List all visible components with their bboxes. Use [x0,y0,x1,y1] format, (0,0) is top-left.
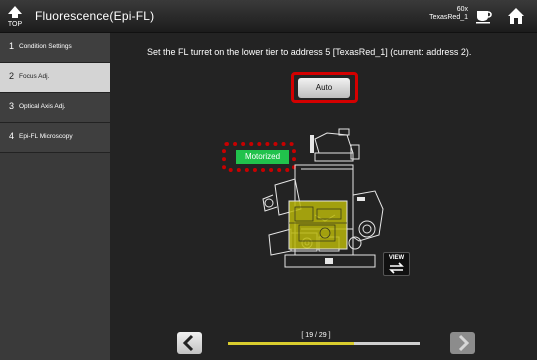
view-button[interactable]: VIEW [383,252,410,276]
home-icon[interactable] [507,7,525,25]
objective-readout: 60x TexasRed_1 [424,6,468,22]
chevron-left-icon [182,334,194,352]
sidebar-item-number: 1 [9,41,15,51]
filter-name: TexasRed_1 [429,14,468,21]
sidebar-item-number: 3 [9,101,15,111]
top-button[interactable]: TOP [4,2,26,30]
instruction-text: Set the FL turret on the lower tier to a… [147,47,472,57]
step-progress-fill [228,342,354,345]
cup-icon[interactable] [475,8,493,24]
page-title: Fluorescence(Epi-FL) [35,9,155,23]
sidebar-item-condition-settings[interactable]: 1 Condition Settings [0,33,110,63]
microscope-illustration [262,128,384,268]
auto-button[interactable]: Auto [298,78,350,98]
sidebar-item-label: Epi-FL Microscopy [19,133,73,140]
top-icon [8,6,22,18]
view-icon [389,262,404,274]
next-step-button[interactable] [450,332,475,354]
top-bar: TOP Fluorescence(Epi-FL) 60x TexasRed_1 [0,0,537,33]
sidebar-item-label: Optical Axis Adj. [19,103,66,110]
sidebar-item-focus-adj[interactable]: 2 Focus Adj. [0,63,110,93]
previous-step-button[interactable] [177,332,202,354]
sidebar-item-number: 2 [9,71,15,81]
step-counter: [ 19 / 29 ] [301,332,331,339]
chevron-right-icon [458,334,470,352]
view-label: VIEW [388,255,405,261]
sidebar-item-label: Focus Adj. [19,73,50,80]
step-progress-bar [228,342,420,345]
objective-magnification: 60x [456,6,468,13]
sidebar-item-optical-axis-adj[interactable]: 3 Optical Axis Adj. [0,93,110,123]
sidebar-item-label: Condition Settings [19,43,72,50]
sidebar: 1 Condition Settings 2 Focus Adj. 3 Opti… [0,33,110,360]
top-label: TOP [7,21,23,28]
sidebar-item-epi-fl-microscopy[interactable]: 4 Epi-FL Microscopy [0,123,110,153]
sidebar-item-number: 4 [9,131,15,141]
